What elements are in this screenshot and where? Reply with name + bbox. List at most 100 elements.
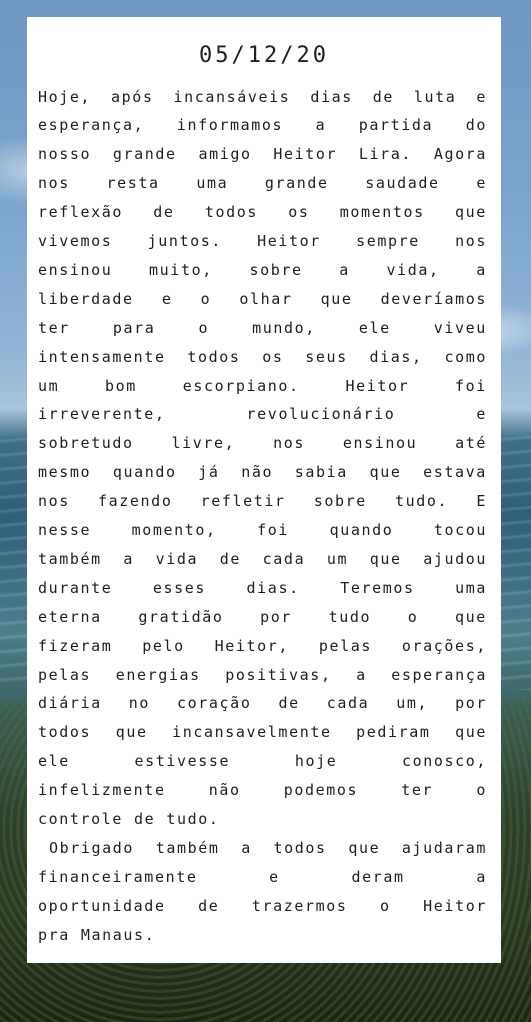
word: também <box>155 838 220 857</box>
word: de <box>198 896 220 915</box>
word: oportunidade <box>38 896 166 915</box>
text-line: liberdade e o olhar que deveríamos <box>38 284 487 313</box>
word: no <box>128 694 151 713</box>
word: vivemos <box>38 232 113 250</box>
word: hoje <box>294 752 338 771</box>
text-line: Obrigado também a todos que ajudaram <box>38 833 487 862</box>
word: de <box>153 203 175 222</box>
word: o <box>476 781 487 800</box>
word: Heitor <box>273 145 338 164</box>
word: coração <box>177 694 252 713</box>
text-line: ele estivesse hoje conosco, <box>38 747 487 776</box>
text-line: nos resta uma grande saudade e <box>38 169 487 198</box>
word: Obrigado <box>49 838 135 857</box>
word: fizeram <box>38 636 113 655</box>
word: foi <box>257 521 290 539</box>
text-line: ter para o mundo, ele viveu <box>38 313 487 342</box>
word: quando <box>112 463 177 482</box>
word: ter <box>401 781 434 800</box>
word: e <box>161 289 173 308</box>
word: escorpiano. <box>182 376 300 395</box>
word: deveríamos <box>380 289 487 308</box>
word: Hoje, <box>38 87 92 106</box>
text-line: nosso grande amigo Heitor Lira. Agora <box>38 140 487 169</box>
word: eterna <box>38 607 102 626</box>
word: ele <box>38 752 70 771</box>
word: do <box>465 116 487 135</box>
word: trazermos <box>251 896 348 915</box>
text-line: reflexão de todos os momentos que <box>38 198 487 227</box>
word: conosco, <box>401 752 487 771</box>
word: e <box>476 405 487 424</box>
text-line: financeiramente e deram a <box>38 862 487 891</box>
word: por <box>260 607 292 626</box>
word: um <box>38 376 60 395</box>
word: que <box>348 838 381 857</box>
text-line: vivemos juntos. Heitor sempre nos <box>38 227 487 256</box>
word: podemos <box>283 781 359 800</box>
word: e <box>476 174 487 193</box>
word: pediram <box>356 723 431 742</box>
word: tocou <box>433 521 487 539</box>
word: momento, <box>131 521 217 539</box>
word: vida, <box>386 260 440 279</box>
word: que <box>320 289 353 308</box>
word: partida <box>358 116 434 135</box>
text-line: fizeram pelo Heitor, pelas orações, <box>38 631 487 660</box>
word: ensinou <box>38 260 113 279</box>
word: esses <box>152 578 207 597</box>
word: deram <box>351 867 405 886</box>
word: durante <box>38 578 113 597</box>
word: de <box>278 694 300 713</box>
word: ele <box>358 318 391 337</box>
word: nos <box>38 492 70 511</box>
word: sobre <box>249 260 303 279</box>
text-line: controle de tudo. <box>38 805 487 834</box>
word: incansáveis <box>173 87 291 106</box>
word: todos <box>204 203 258 222</box>
word: o <box>380 896 391 915</box>
word: Teremos <box>340 578 415 597</box>
word: pelas <box>318 636 373 655</box>
word: após <box>111 87 154 106</box>
word: que <box>455 607 487 626</box>
text-line: nos fazendo refletir sobre tudo. E <box>38 487 487 516</box>
word: mundo, <box>252 318 316 337</box>
word: sobretudo <box>38 434 134 453</box>
word: a <box>339 260 350 279</box>
word: liberdade <box>38 289 134 308</box>
word: de <box>134 810 156 828</box>
word: esperança <box>391 665 487 684</box>
word: nosso <box>38 145 92 164</box>
word: até <box>455 434 487 453</box>
word: infelizmente <box>38 781 166 800</box>
word: Heitor <box>257 232 321 250</box>
word: saudade <box>365 174 440 193</box>
word: bom <box>105 376 137 395</box>
word: Heitor <box>345 376 410 395</box>
word: ensinou <box>342 434 418 453</box>
word: um <box>326 549 349 568</box>
word: que <box>369 463 402 482</box>
word: como <box>444 347 487 366</box>
word: cada <box>326 694 370 713</box>
word: incansavelmente <box>172 723 332 742</box>
word: todos <box>273 838 327 857</box>
word: sempre <box>356 232 420 250</box>
word: nos <box>273 434 306 453</box>
word: dias, <box>369 347 423 366</box>
word: Manaus. <box>80 925 156 944</box>
word: um, <box>396 694 429 713</box>
word: tudo. <box>166 810 220 828</box>
word: muito, <box>149 260 213 279</box>
word: resta <box>106 174 160 193</box>
word: refletir <box>200 492 286 511</box>
word: estava <box>423 463 487 482</box>
word: não <box>208 781 241 800</box>
word: nos <box>38 174 70 193</box>
word: positivas, <box>225 665 332 684</box>
word: irreverente, <box>38 405 166 424</box>
word: e <box>269 867 280 886</box>
word: que <box>455 723 487 742</box>
text-card: 05/12/20 Hoje, após incansáveis dias de luta e… <box>27 17 501 963</box>
